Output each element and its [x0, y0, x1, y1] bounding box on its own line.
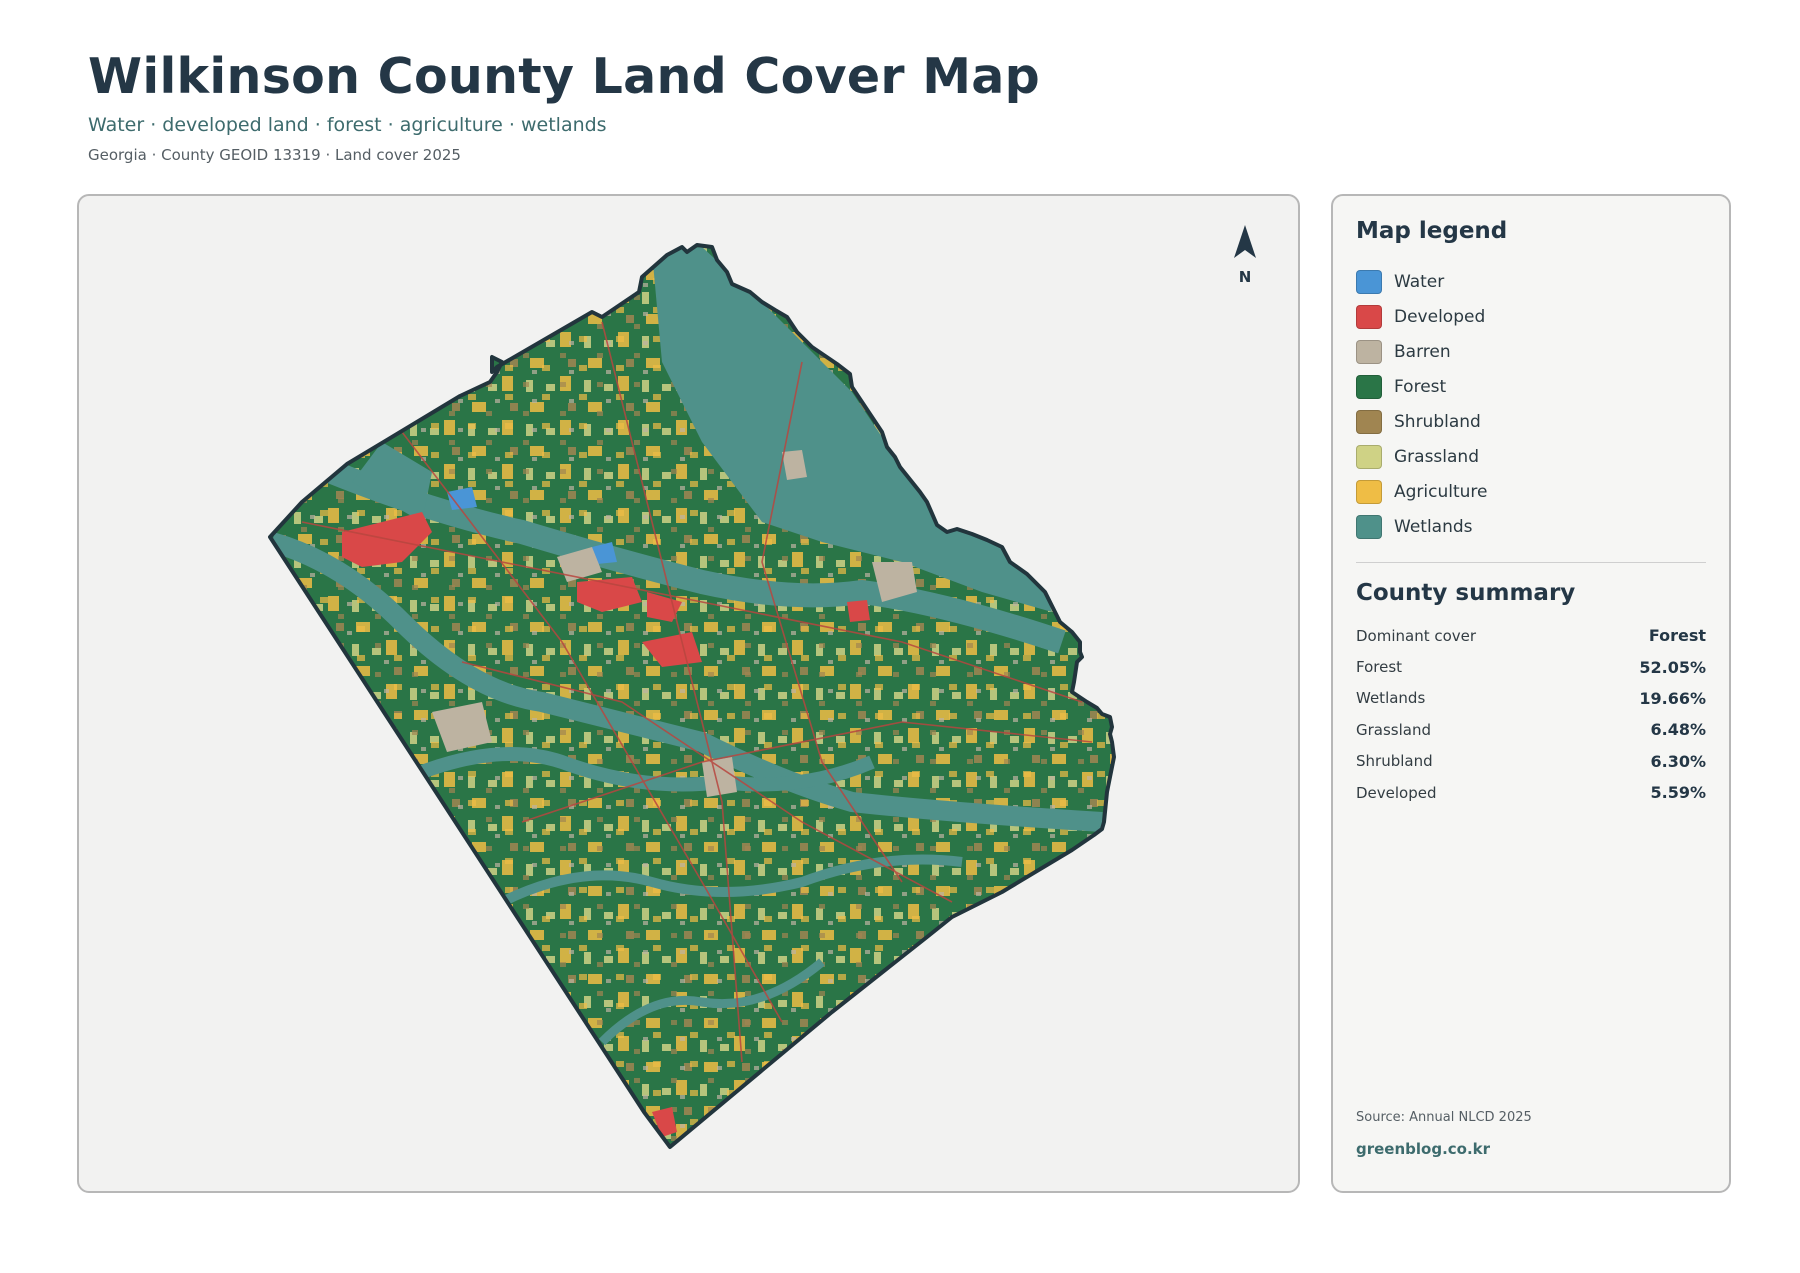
- water-swatch: [1356, 269, 1382, 294]
- legend-label: Barren: [1394, 341, 1451, 362]
- legend-item-barren: Barren: [1356, 334, 1488, 369]
- legend-label: Forest: [1394, 376, 1447, 397]
- legend-item-forest: Forest: [1356, 369, 1488, 404]
- summary-key: Grassland: [1356, 720, 1431, 739]
- legend-label: Agriculture: [1394, 481, 1488, 502]
- summary-key: Shrubland: [1356, 752, 1433, 771]
- legend-item-wetlands: Wetlands: [1356, 509, 1488, 544]
- developed-swatch: [1356, 304, 1382, 329]
- summary-value: 6.48%: [1650, 720, 1706, 740]
- agriculture-swatch: [1356, 479, 1382, 504]
- page-subtitle: Water · developed land · forest · agricu…: [88, 114, 607, 136]
- legend-label: Water: [1394, 271, 1445, 292]
- credit-link[interactable]: greenblog.co.kr: [1356, 1140, 1490, 1158]
- summary-row: Shrubland 6.30%: [1356, 746, 1706, 777]
- summary-row: Developed 5.59%: [1356, 777, 1706, 808]
- side-panel: Map legend Water Developed Barren Forest…: [1331, 194, 1731, 1193]
- wetlands-swatch: [1356, 514, 1382, 539]
- summary-key: Wetlands: [1356, 689, 1426, 708]
- source-note: Source: Annual NLCD 2025: [1356, 1110, 1532, 1125]
- summary-value: 19.66%: [1639, 688, 1706, 708]
- header: Wilkinson County Land Cover Map Water · …: [88, 46, 1040, 164]
- page-meta: Georgia · County GEOID 13319 · Land cove…: [88, 146, 461, 164]
- legend-list: Water Developed Barren Forest Shrubland …: [1356, 264, 1488, 544]
- page-title: Wilkinson County Land Cover Map: [88, 48, 1041, 105]
- legend-item-grassland: Grassland: [1356, 439, 1488, 474]
- summary-row: Grassland 6.48%: [1356, 714, 1706, 745]
- legend-item-water: Water: [1356, 264, 1488, 299]
- legend-label: Developed: [1394, 306, 1486, 327]
- north-arrow: N: [1228, 222, 1262, 286]
- summary-key: Developed: [1356, 783, 1437, 802]
- divider: [1356, 562, 1706, 563]
- summary-value: 52.05%: [1639, 657, 1706, 677]
- summary-key: Forest: [1356, 658, 1403, 677]
- summary-value: Forest: [1648, 626, 1706, 646]
- legend-label: Shrubland: [1394, 411, 1481, 432]
- shrubland-swatch: [1356, 409, 1382, 434]
- summary-title: County summary: [1356, 580, 1576, 606]
- summary-row: Dominant cover Forest: [1356, 620, 1706, 651]
- legend-title: Map legend: [1356, 218, 1508, 244]
- map-panel[interactable]: [77, 194, 1300, 1193]
- summary-value: 5.59%: [1650, 783, 1706, 803]
- north-label: N: [1238, 268, 1252, 286]
- summary-row: Forest 52.05%: [1356, 651, 1706, 682]
- legend-item-developed: Developed: [1356, 299, 1488, 334]
- barren-swatch: [1356, 339, 1382, 364]
- forest-swatch: [1356, 374, 1382, 399]
- summary-row: Wetlands 19.66%: [1356, 683, 1706, 714]
- legend-item-shrubland: Shrubland: [1356, 404, 1488, 439]
- grassland-swatch: [1356, 444, 1382, 469]
- north-arrow-icon: [1234, 225, 1256, 258]
- county-map[interactable]: [79, 196, 1300, 1193]
- legend-label: Wetlands: [1394, 516, 1473, 537]
- summary-value: 6.30%: [1650, 751, 1706, 771]
- summary-key: Dominant cover: [1356, 626, 1477, 645]
- summary-table: Dominant cover Forest Forest 52.05% Wetlan…: [1356, 620, 1706, 808]
- legend-label: Grassland: [1394, 446, 1479, 467]
- legend-item-agriculture: Agriculture: [1356, 474, 1488, 509]
